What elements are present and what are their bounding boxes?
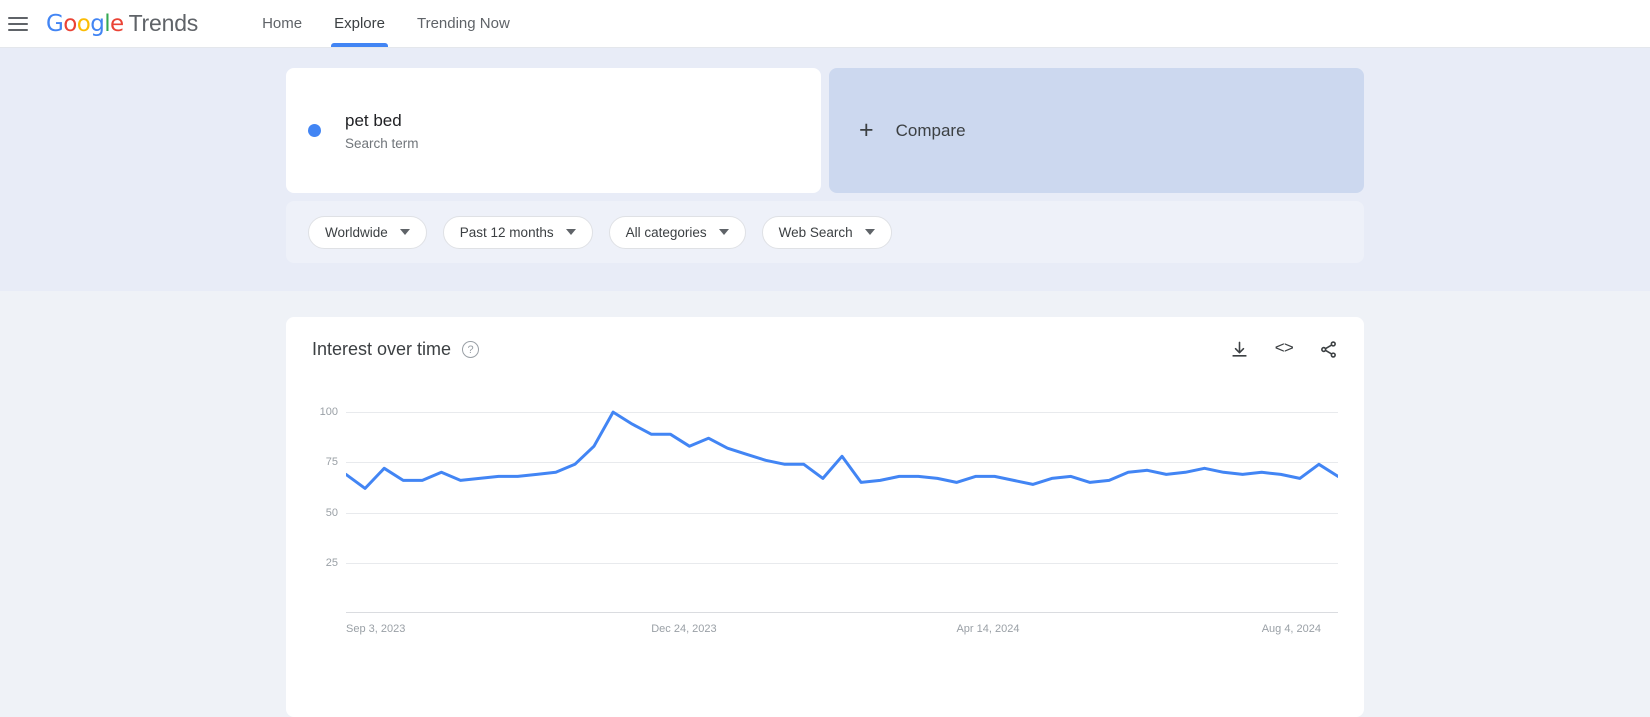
chevron-down-icon: [864, 229, 875, 235]
nav-link-home[interactable]: Home: [246, 0, 318, 47]
filter-search-type-label: Web Search: [778, 224, 853, 240]
chart-x-axis-labels: Sep 3, 2023 Dec 24, 2023 Apr 14, 2024 Aug 4…: [312, 623, 1338, 641]
plus-icon: +: [859, 116, 874, 144]
chart-actions: <>: [1230, 340, 1338, 359]
download-icon[interactable]: [1230, 340, 1249, 359]
chart-title-wrap: Interest over time ?: [312, 339, 480, 360]
logo-letter: g: [90, 11, 105, 37]
hamburger-menu-icon[interactable]: [8, 16, 28, 31]
nav-link-explore-label: Explore: [334, 15, 385, 32]
nav-link-home-label: Home: [262, 15, 303, 32]
chart-y-tick-label: 50: [325, 506, 338, 519]
google-wordmark: Google: [46, 11, 124, 37]
trends-wordmark: Trends: [128, 10, 199, 36]
filter-time-range[interactable]: Past 12 months: [442, 215, 593, 249]
embed-icon[interactable]: <>: [1274, 340, 1294, 359]
filter-bar: Worldwide Past 12 months All categories …: [286, 201, 1364, 263]
chart-header: Interest over time ? <>: [312, 339, 1338, 360]
compare-label: Compare: [895, 120, 966, 140]
chart-y-tick-label: 25: [325, 556, 338, 569]
search-term-subtitle: Search term: [345, 135, 419, 151]
nav-link-explore[interactable]: Explore: [318, 0, 401, 47]
nav-links: Home Explore Trending Now: [246, 0, 526, 47]
chevron-down-icon: [565, 229, 576, 235]
search-term-card[interactable]: pet bed Search term: [286, 68, 821, 193]
embed-icon-glyph: <>: [1274, 340, 1294, 359]
chart-x-tick-label: Aug 4, 2024: [1261, 623, 1322, 635]
series-color-dot-icon: [308, 124, 321, 137]
filter-location-label: Worldwide: [325, 224, 388, 240]
top-navigation-bar: Google Trends Home Explore Trending Now: [0, 0, 1650, 48]
logo-letter: G: [46, 11, 64, 37]
query-configuration-inner: pet bed Search term + Compare Worldwide …: [286, 68, 1364, 263]
search-terms-row: pet bed Search term + Compare: [286, 68, 1364, 193]
search-term-texts: pet bed Search term: [345, 110, 419, 151]
filter-search-type[interactable]: Web Search: [761, 215, 892, 249]
google-trends-logo[interactable]: Google Trends: [46, 10, 198, 37]
query-configuration-band: pet bed Search term + Compare Worldwide …: [0, 48, 1650, 291]
compare-card[interactable]: + Compare: [829, 68, 1364, 193]
filter-category[interactable]: All categories: [608, 215, 746, 249]
series-path-pet-bed: [346, 410, 1338, 490]
chevron-down-icon: [718, 229, 729, 235]
chart-y-tick-label: 100: [319, 406, 338, 419]
chart-plot-area: 100 75 50 25: [312, 398, 1338, 613]
logo-letter: o: [63, 11, 77, 37]
chart-x-tick-label: Dec 24, 2023: [651, 623, 717, 635]
chart-x-axis-line: [346, 612, 1338, 613]
help-icon[interactable]: ?: [462, 341, 480, 358]
chart-title: Interest over time: [312, 339, 452, 359]
logo-letter: o: [76, 11, 91, 37]
results-band: Interest over time ? <> 100 75 50 25 Sep…: [0, 291, 1650, 717]
filter-time-range-label: Past 12 months: [459, 224, 554, 240]
chart-x-tick-label: Sep 3, 2023: [346, 623, 406, 635]
chevron-down-icon: [399, 229, 410, 235]
logo-letter: e: [110, 11, 124, 37]
filter-location[interactable]: Worldwide: [308, 215, 427, 249]
filter-category-label: All categories: [625, 224, 707, 240]
search-term-title: pet bed: [345, 111, 402, 131]
chart-series-line: [346, 410, 1338, 490]
chart-x-tick-label: Apr 14, 2024: [956, 623, 1020, 635]
interest-over-time-card: Interest over time ? <> 100 75 50 25 Sep…: [286, 317, 1364, 717]
nav-link-trending-now-label: Trending Now: [416, 15, 510, 32]
chart-y-tick-label: 75: [325, 456, 338, 469]
share-icon[interactable]: [1319, 340, 1338, 359]
nav-link-trending-now[interactable]: Trending Now: [401, 0, 526, 47]
